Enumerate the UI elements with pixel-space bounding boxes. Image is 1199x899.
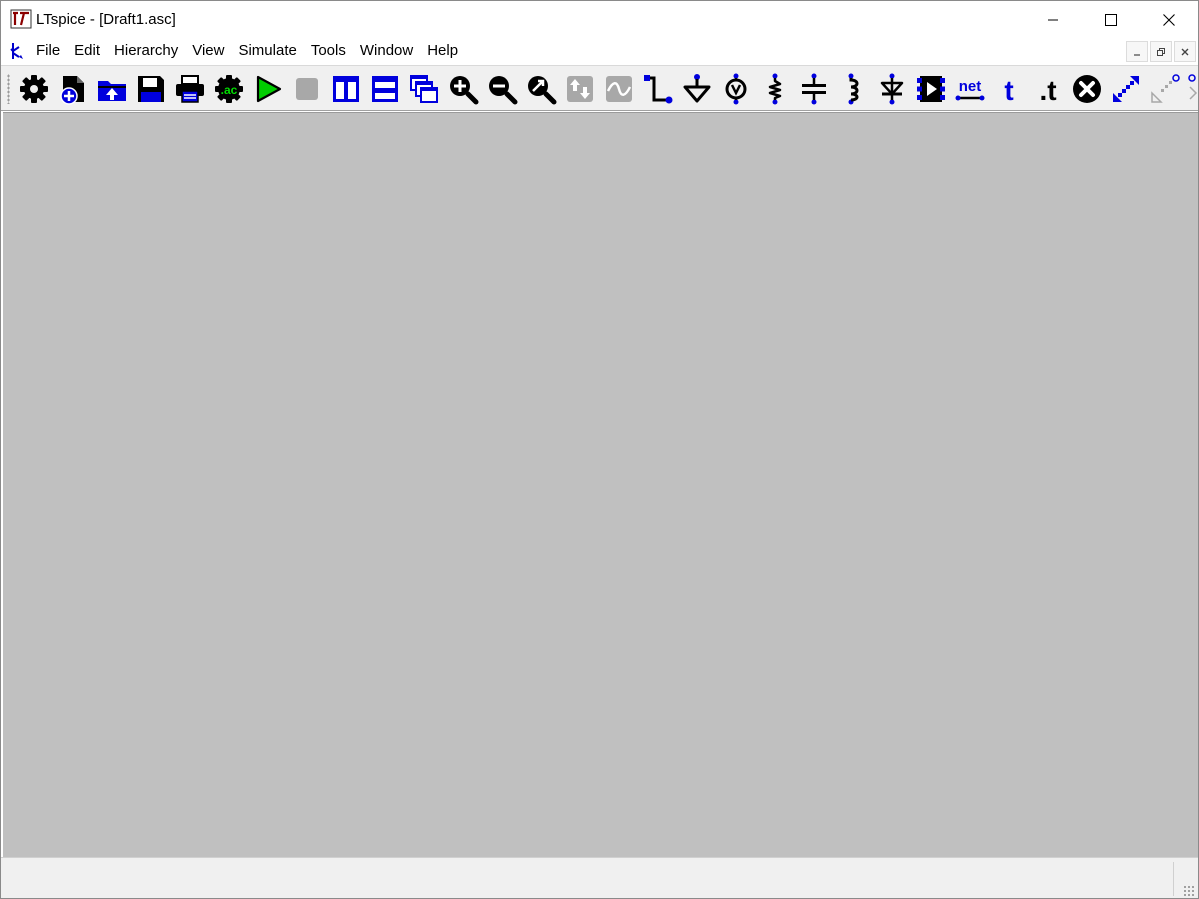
menu-tools[interactable]: Tools	[304, 39, 353, 64]
open-folder-icon	[98, 81, 126, 101]
zoom-fit-button[interactable]	[524, 72, 558, 106]
status-divider	[1173, 862, 1174, 896]
delete-button[interactable]	[1070, 72, 1104, 106]
close-icon	[1181, 48, 1189, 55]
maximize-icon	[1105, 14, 1117, 26]
document-restore-button[interactable]	[1150, 41, 1172, 62]
tile-horizontal-icon	[372, 76, 398, 102]
print-button[interactable]	[173, 72, 207, 106]
title-bar: LTspice - [Draft1.asc]	[1, 1, 1198, 39]
zoom-in-icon	[450, 76, 479, 105]
cascade-icon	[410, 75, 438, 103]
toolbar-grip[interactable]	[7, 74, 10, 104]
duplicate-button[interactable]	[1109, 72, 1143, 106]
ac-analysis-icon: .ac	[215, 75, 243, 103]
restore-icon	[1157, 47, 1165, 56]
svg-text:t: t	[1004, 75, 1013, 105]
zoom-out-button[interactable]	[485, 72, 519, 106]
menu-window[interactable]: Window	[353, 39, 420, 64]
menu-edit[interactable]: Edit	[67, 39, 107, 64]
duplicate-icon	[1113, 76, 1139, 102]
place-diode-button[interactable]	[875, 72, 909, 106]
maximize-button[interactable]	[1082, 1, 1140, 39]
play-icon	[256, 75, 282, 103]
window-title: LTspice - [Draft1.asc]	[36, 11, 176, 28]
place-resistor-button[interactable]	[758, 72, 792, 106]
drag-button[interactable]	[1148, 72, 1182, 106]
close-icon	[1163, 14, 1175, 26]
close-button[interactable]	[1140, 1, 1198, 39]
new-document-icon	[60, 76, 84, 105]
spice-directive-button[interactable]: .t	[1031, 72, 1065, 106]
svg-text:.ac: .ac	[221, 83, 238, 97]
halt-button[interactable]	[290, 72, 324, 106]
resize-grip[interactable]	[1183, 885, 1195, 897]
waveform-icon	[606, 76, 632, 102]
tile-horizontally-button[interactable]	[368, 72, 402, 106]
minimize-icon	[1134, 53, 1140, 56]
schematic-canvas[interactable]	[3, 112, 1198, 857]
place-component-button[interactable]	[914, 72, 948, 106]
spice-directive-icon: .t	[1039, 75, 1056, 105]
toolbar: .ac net t .t	[1, 65, 1198, 111]
draw-wire-button[interactable]	[641, 72, 675, 106]
more-toolbar-button[interactable]	[1187, 72, 1198, 106]
ltspice-app-icon	[10, 9, 32, 29]
pan-button[interactable]	[563, 72, 597, 106]
menu-file[interactable]: File	[29, 39, 67, 64]
place-ground-button[interactable]	[680, 72, 714, 106]
document-minimize-button[interactable]	[1126, 41, 1148, 62]
capacitor-icon	[802, 73, 826, 105]
open-button[interactable]	[95, 72, 129, 106]
drag-icon	[1151, 74, 1180, 103]
net-label-icon: net	[955, 78, 985, 101]
wire-icon	[644, 75, 673, 104]
place-inductor-button[interactable]	[836, 72, 870, 106]
menu-view[interactable]: View	[185, 39, 231, 64]
printer-icon	[176, 75, 204, 103]
label-net-button[interactable]	[719, 72, 753, 106]
zoom-fit-icon	[528, 76, 557, 105]
net-name-button[interactable]: net	[953, 72, 987, 106]
control-panel-button[interactable]	[17, 72, 51, 106]
stop-icon	[296, 78, 318, 100]
run-button[interactable]	[251, 72, 285, 106]
cascade-windows-button[interactable]	[407, 72, 441, 106]
mirror-icon	[1188, 74, 1198, 100]
svg-text:net: net	[959, 78, 982, 95]
zoom-in-button[interactable]	[446, 72, 480, 106]
schematic-document-icon[interactable]	[9, 41, 27, 61]
plot-waveform-button[interactable]	[602, 72, 636, 106]
save-button[interactable]	[134, 72, 168, 106]
diode-icon	[880, 73, 904, 105]
component-icon	[917, 76, 945, 102]
comment-text-button[interactable]: t	[992, 72, 1026, 106]
gear-icon	[20, 75, 48, 103]
save-icon	[138, 76, 164, 102]
voltage-source-icon	[725, 73, 747, 105]
menu-hierarchy[interactable]: Hierarchy	[107, 39, 185, 64]
tile-vertical-icon	[333, 76, 359, 102]
new-schematic-button[interactable]	[56, 72, 90, 106]
minimize-icon	[1048, 19, 1058, 21]
resistor-icon	[768, 73, 782, 105]
minimize-button[interactable]	[1024, 1, 1082, 39]
edit-simulation-command-button[interactable]: .ac	[212, 72, 246, 106]
status-bar	[1, 857, 1198, 898]
ltspice-window: LTspice - [Draft1.asc] File Edit Hierarc…	[0, 0, 1199, 899]
ground-icon	[683, 74, 711, 103]
pan-icon	[567, 76, 593, 102]
zoom-out-icon	[489, 76, 518, 105]
delete-icon	[1073, 75, 1101, 103]
menu-simulate[interactable]: Simulate	[231, 39, 303, 64]
menu-help[interactable]: Help	[420, 39, 465, 64]
tile-vertically-button[interactable]	[329, 72, 363, 106]
menu-bar: File Edit Hierarchy View Simulate Tools …	[1, 39, 1198, 64]
place-capacitor-button[interactable]	[797, 72, 831, 106]
svg-text:.t: .t	[1039, 75, 1056, 105]
document-close-button[interactable]	[1174, 41, 1196, 62]
text-icon: t	[1004, 75, 1013, 105]
inductor-icon	[848, 73, 859, 105]
